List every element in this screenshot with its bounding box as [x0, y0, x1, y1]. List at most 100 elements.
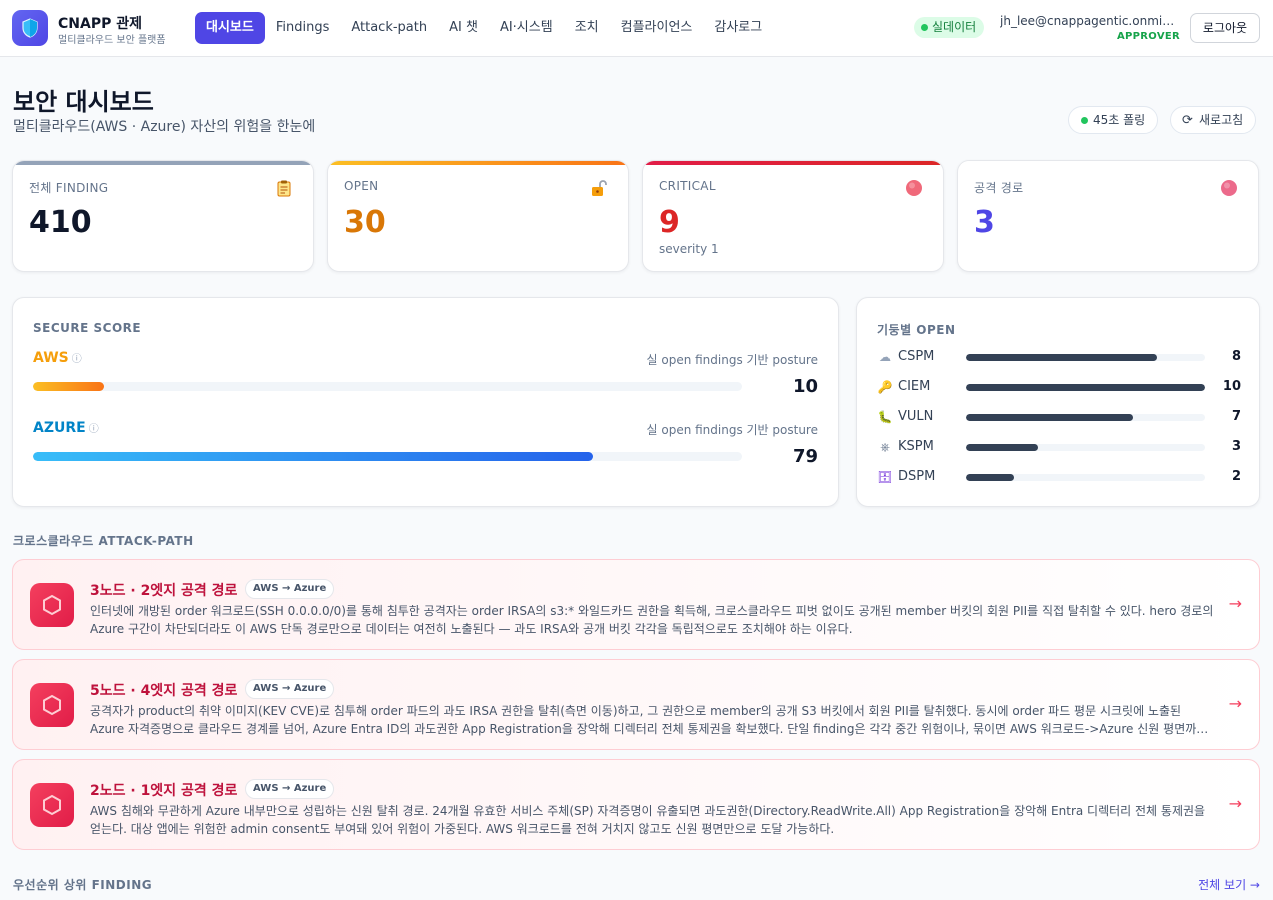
- attack-dot-icon: [1221, 180, 1237, 196]
- cloud-route-badge: AWS → Azure: [245, 779, 335, 799]
- live-data-badge: 실데이터: [914, 17, 985, 38]
- pillar-bar: [966, 384, 1205, 391]
- main-nav: 대시보드 Findings Attack-path AI 챗 AI·시스템 조치…: [195, 12, 773, 44]
- pillar-name: CIEM: [898, 379, 931, 394]
- database-icon: 🗄: [877, 470, 893, 484]
- pillar-bar-fill: [966, 414, 1134, 421]
- pillar-bar-fill: [966, 384, 1205, 391]
- kpi-label: 공격 경로: [974, 181, 1024, 195]
- kpi-accent-bar: [958, 161, 1258, 165]
- attack-path-description: 공격자가 product의 취약 이미지(KEV CVE)로 침투해 order…: [90, 704, 1208, 736]
- refresh-icon: ⟳: [1182, 113, 1193, 128]
- page-subtitle: 멀티클라우드(AWS · Azure) 자산의 위험을 한눈에: [13, 119, 316, 135]
- arrow-right-icon[interactable]: →: [1229, 794, 1242, 813]
- pillar-row-cspm[interactable]: ☁ CSPM 8: [877, 348, 1241, 368]
- nav-item-attack-path[interactable]: Attack-path: [340, 12, 438, 44]
- nav-item-remediation[interactable]: 조치: [564, 12, 610, 44]
- info-icon[interactable]: ⓘ: [89, 424, 99, 435]
- score-note: 실 open findings 기반 posture: [646, 423, 819, 437]
- kpi-total-findings[interactable]: 전체 FINDING 410: [12, 160, 314, 272]
- pillar-bar-fill: [966, 354, 1158, 361]
- kpi-accent-bar: [643, 161, 943, 165]
- nav-item-ai-system[interactable]: AI·시스템: [489, 12, 564, 44]
- clipboard-icon: [277, 180, 291, 197]
- pillar-bar: [966, 474, 1205, 481]
- user-email: jh_lee@cnappagentic.onmicrosoft.com: [1000, 14, 1180, 28]
- pillar-open-card: 기둥별 OPEN ☁ CSPM 8 🔑 CIEM 10 🐛 VULN 7 ⎈ K…: [856, 297, 1260, 507]
- azure-score-bar: [33, 452, 742, 461]
- attack-path-section-title: 크로스클라우드 ATTACK-PATH: [13, 534, 194, 548]
- score-note: 실 open findings 기반 posture: [646, 353, 819, 367]
- pillar-value: 3: [1231, 439, 1241, 454]
- kpi-attack-paths[interactable]: 공격 경로 3: [957, 160, 1259, 272]
- attack-path-icon: [30, 783, 74, 827]
- kpi-accent-bar: [13, 161, 313, 165]
- pillar-row-dspm[interactable]: 🗄 DSPM 2: [877, 468, 1241, 488]
- aws-score-fill: [33, 382, 104, 391]
- refresh-button[interactable]: ⟳ 새로고침: [1170, 106, 1257, 134]
- arrow-right-icon[interactable]: →: [1229, 594, 1242, 613]
- cloud-route-badge: AWS → Azure: [245, 679, 335, 699]
- priority-section-title: 우선순위 상위 FINDING: [13, 878, 153, 892]
- kpi-open[interactable]: OPEN 30: [327, 160, 629, 272]
- nav-item-compliance[interactable]: 컴플라이언스: [610, 12, 704, 44]
- pillar-value: 10: [1222, 379, 1241, 394]
- kpi-label: OPEN: [344, 179, 379, 193]
- pillar-value: 7: [1231, 409, 1241, 424]
- pillar-value: 8: [1231, 349, 1241, 364]
- kpi-value: 410: [29, 205, 92, 240]
- provider-azure: AZURE ⓘ: [33, 420, 99, 436]
- kpi-label: 전체 FINDING: [29, 181, 109, 195]
- secure-score-card: SECURE SCORE AWS ⓘ 실 open findings 기반 pos…: [12, 297, 839, 507]
- hexagon-icon: [43, 694, 61, 716]
- refresh-label: 새로고침: [1199, 113, 1244, 127]
- app-subtitle: 멀티클라우드 보안 플랫폼: [58, 35, 166, 46]
- pillar-bar-fill: [966, 474, 1014, 481]
- cloud-icon: ☁: [879, 350, 891, 364]
- kpi-note: severity 1: [659, 242, 719, 256]
- attack-path-icon: [30, 583, 74, 627]
- user-role-badge: APPROVER: [1116, 31, 1180, 42]
- pillar-value: 2: [1231, 469, 1241, 484]
- arrow-right-icon[interactable]: →: [1229, 694, 1242, 713]
- nav-item-findings[interactable]: Findings: [265, 12, 341, 44]
- pillar-name: CSPM: [898, 349, 935, 364]
- info-icon[interactable]: ⓘ: [72, 354, 82, 365]
- kpi-value: 30: [344, 205, 386, 240]
- see-all-link[interactable]: 전체 보기 →: [1198, 876, 1260, 893]
- nav-item-dashboard[interactable]: 대시보드: [195, 12, 265, 44]
- page-title: 보안 대시보드: [13, 88, 154, 116]
- pillar-bar-fill: [966, 444, 1038, 451]
- nav-item-audit-log[interactable]: 감사로그: [703, 12, 773, 44]
- pillar-row-kspm[interactable]: ⎈ KSPM 3: [877, 438, 1241, 458]
- key-icon: 🔑: [877, 380, 893, 394]
- attack-path-card[interactable]: 5노드 · 4엣지 공격 경로 AWS → Azure 공격자가 product…: [12, 659, 1260, 750]
- bug-icon: 🐛: [877, 410, 893, 424]
- polling-toggle[interactable]: 45초 폴링: [1068, 106, 1159, 134]
- hexagon-icon: [43, 594, 61, 616]
- app-logo[interactable]: [12, 10, 48, 46]
- pillar-row-ciem[interactable]: 🔑 CIEM 10: [877, 378, 1241, 398]
- aws-score-value: 10: [792, 376, 818, 397]
- pillar-card-title: 기둥별 OPEN: [877, 323, 956, 337]
- pillar-row-vuln[interactable]: 🐛 VULN 7: [877, 408, 1241, 428]
- unlock-icon: [592, 180, 607, 196]
- pillar-name: KSPM: [898, 439, 934, 454]
- aws-score-bar: [33, 382, 742, 391]
- kpi-value: 9: [659, 205, 680, 240]
- attack-path-title: 3노드 · 2엣지 공격 경로: [90, 583, 238, 599]
- azure-score-value: 79: [792, 446, 818, 467]
- kpi-critical[interactable]: CRITICAL 9 severity 1: [642, 160, 944, 272]
- provider-name: AZURE: [33, 420, 86, 436]
- attack-path-card[interactable]: 2노드 · 1엣지 공격 경로 AWS → Azure AWS 침해와 무관하게…: [12, 759, 1260, 850]
- top-nav-bar: CNAPP 관제 멀티클라우드 보안 플랫폼 대시보드 Findings Att…: [0, 0, 1273, 57]
- pillar-name: VULN: [898, 409, 934, 424]
- pillar-name: DSPM: [898, 469, 936, 484]
- provider-name: AWS: [33, 350, 69, 366]
- polling-label: 45초 폴링: [1093, 113, 1146, 127]
- hexagon-icon: [43, 794, 61, 816]
- logout-button[interactable]: 로그아웃: [1190, 13, 1260, 43]
- helm-icon: ⎈: [880, 440, 890, 454]
- nav-item-ai-chat[interactable]: AI 챗: [438, 12, 489, 44]
- attack-path-card[interactable]: 3노드 · 2엣지 공격 경로 AWS → Azure 인터넷에 개방된 ord…: [12, 559, 1260, 650]
